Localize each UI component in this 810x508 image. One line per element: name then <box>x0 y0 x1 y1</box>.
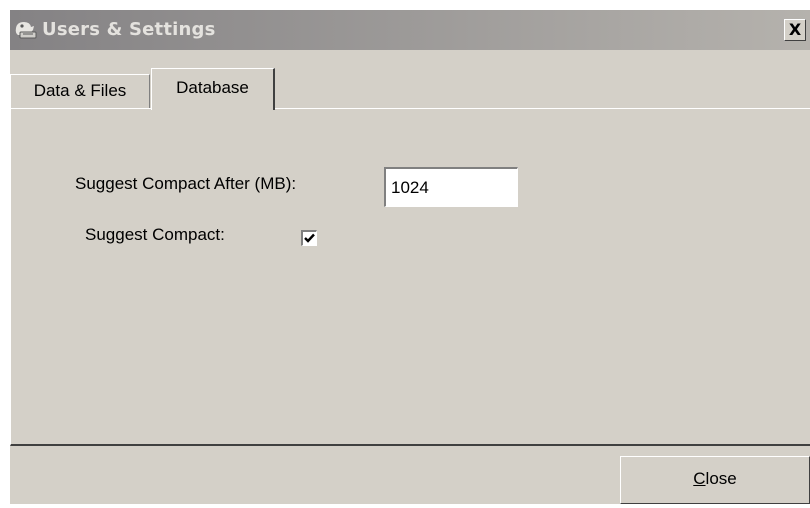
settings-window: Users & Settings X Data & Files Database… <box>10 10 810 504</box>
tab-data-files[interactable]: Data & Files <box>10 74 150 108</box>
compact-after-label: Suggest Compact After (MB): <box>75 174 297 193</box>
suggest-compact-checkbox[interactable] <box>301 230 317 246</box>
window-close-button[interactable]: X <box>784 19 806 41</box>
close-button[interactable]: Close <box>620 456 810 504</box>
checkmark-icon <box>304 233 315 243</box>
title-bar[interactable]: Users & Settings X <box>10 10 810 50</box>
database-tab-panel <box>10 108 810 446</box>
users-settings-icon <box>14 20 38 40</box>
close-button-label: lose <box>705 469 737 488</box>
suggest-compact-label: Suggest Compact: <box>85 225 225 244</box>
window-title: Users & Settings <box>42 19 216 40</box>
compact-after-input[interactable] <box>384 167 518 207</box>
close-mnemonic: C <box>693 469 706 488</box>
tab-database[interactable]: Database <box>151 68 275 110</box>
